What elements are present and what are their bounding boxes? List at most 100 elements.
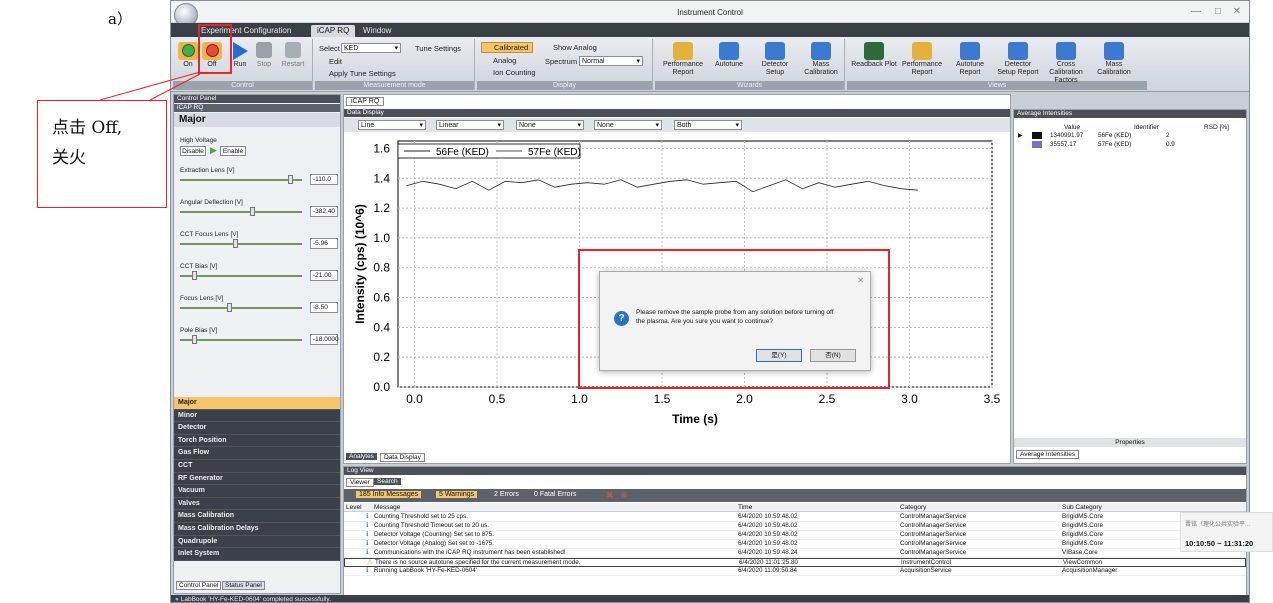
y-tick-label: 0.8	[373, 261, 390, 275]
slider-knob[interactable]	[232, 239, 238, 248]
enable-button[interactable]: Enable	[220, 146, 246, 156]
tune-settings-button[interactable]: Tune Settings	[415, 44, 461, 53]
stop-icon[interactable]: ⊗	[620, 490, 628, 501]
clear-icon[interactable]: ✖	[606, 490, 614, 501]
analytes-tab[interactable]: Analytes	[346, 453, 377, 460]
param-slider[interactable]	[180, 271, 302, 280]
wizard-mass-calibration-button[interactable]: Mass Calibration	[799, 42, 843, 77]
measurement-mode-select[interactable]: KED ▾	[341, 43, 401, 53]
view-cross-calibration-factors-button[interactable]: Cross Calibration Factors	[1043, 42, 1089, 85]
run-button[interactable]: Run	[229, 42, 251, 69]
log-row[interactable]: ℹ Counting Threshold Timeout set to 20 us…	[344, 522, 1246, 531]
warnings-filter[interactable]: 5 Warnings	[436, 491, 478, 498]
slider-knob[interactable]	[250, 207, 256, 216]
category-torch-position[interactable]: Torch Position	[174, 434, 340, 448]
param-slider[interactable]	[180, 335, 302, 344]
category-mass-calibration-delays[interactable]: Mass Calibration Delays	[174, 522, 340, 536]
slider-knob[interactable]	[191, 335, 197, 344]
search-tab[interactable]: Search	[374, 478, 401, 485]
status-text: LabBook 'HY-Fe-KED-0604' completed succe…	[180, 596, 331, 603]
wizard-autotune-button[interactable]: Autotune	[707, 42, 751, 69]
chart-option-select[interactable]: Both ▾	[674, 120, 742, 130]
param-slider[interactable]	[180, 239, 302, 248]
side-overlay-text: 晋铭（理化公共实验平...	[1185, 522, 1251, 528]
chart-option-select[interactable]: None ▾	[516, 120, 584, 130]
category-inlet-system[interactable]: Inlet System	[174, 548, 340, 561]
control-group: On Off Run Stop Restart Control	[173, 39, 313, 90]
tab-icap-rq[interactable]: iCAP RQ	[311, 25, 356, 37]
chart-option-select[interactable]: Linear ▾	[436, 120, 504, 130]
tab-window[interactable]: Window	[357, 25, 397, 37]
apply-tune-settings-button[interactable]: Apply Tune Settings	[329, 69, 396, 78]
show-analog-toggle[interactable]: Show Analog	[553, 43, 597, 52]
view-readback-plot-button[interactable]: Readback Plot	[851, 42, 897, 69]
disable-button[interactable]: Disable	[180, 146, 206, 156]
log-row[interactable]: ⚠ There is no source autotune specified f…	[344, 558, 1246, 567]
chart-option-value: None	[597, 122, 614, 129]
log-row[interactable]: ℹ Communications with the iCAP RQ instrum…	[344, 549, 1246, 558]
category-rf-generator[interactable]: RF Generator	[174, 472, 340, 486]
param-value-field[interactable]: -382.40	[310, 206, 338, 217]
spectrum-select[interactable]: Normal ▾	[579, 56, 643, 66]
param-slider[interactable]	[180, 303, 302, 312]
view-mass-calibration-button[interactable]: Mass Calibration	[1091, 42, 1137, 77]
param-label: Focus Lens [V]	[180, 295, 224, 302]
view-performance-report-button[interactable]: Performance Report	[899, 42, 945, 77]
log-row[interactable]: ℹ Counting Threshold set to 25 cps. 6/4/20…	[344, 513, 1246, 522]
view-detector-setup-report-button[interactable]: Detector Setup Report	[995, 42, 1041, 77]
param-value-field[interactable]: -110.0	[310, 174, 338, 185]
category-cct[interactable]: CCT	[174, 459, 340, 473]
param-value-field[interactable]: -21.00	[310, 270, 338, 281]
ion-counting-toggle[interactable]: Ion Counting	[493, 68, 536, 77]
log-row[interactable]: ℹ Detector Voltage (Counting) Set set to …	[344, 531, 1246, 540]
viewer-tab[interactable]: Viewer	[346, 478, 374, 487]
y-tick-label: 1.2	[373, 201, 390, 215]
control-panel-tab[interactable]: Control Panel	[176, 581, 222, 590]
param-slider[interactable]	[180, 175, 302, 184]
restart-button[interactable]: Restart	[277, 42, 309, 69]
view-autotune-report-button[interactable]: Autotune Report	[947, 42, 993, 77]
maximize-icon[interactable]: □	[1215, 6, 1221, 17]
view-label: Performance Report	[901, 61, 943, 76]
minimize-icon[interactable]: —	[1191, 6, 1201, 17]
slider-knob[interactable]	[226, 303, 232, 312]
on-button[interactable]: On	[177, 42, 199, 69]
chart-option-select[interactable]: None ▾	[594, 120, 662, 130]
average-intensities-tab[interactable]: Average Intensities	[1016, 450, 1080, 459]
errors-filter[interactable]: 2 Errors	[494, 491, 519, 498]
param-value-field[interactable]: -5.96	[310, 238, 338, 249]
close-icon[interactable]: ✕	[1233, 6, 1241, 17]
category-mass-calibration[interactable]: Mass Calibration	[174, 510, 340, 523]
category-detector[interactable]: Detector	[174, 422, 340, 435]
icap-rq-doc-tab[interactable]: iCAP RQ	[346, 97, 385, 106]
category-minor[interactable]: Minor	[174, 409, 340, 423]
category-gas-flow[interactable]: Gas Flow	[174, 447, 340, 460]
param-slider[interactable]	[180, 207, 302, 216]
log-row[interactable]: ℹ Running LabBook 'HY-Fe-KED-0604' 6/4/202…	[344, 567, 1246, 576]
analog-toggle[interactable]: Analog	[493, 56, 516, 65]
slider-knob[interactable]	[287, 175, 293, 184]
calibrated-toggle[interactable]: Calibrated	[481, 42, 534, 53]
wizard-performance-report-button[interactable]: Performance Report	[661, 42, 705, 77]
info-filter[interactable]: 185 Info Messages	[356, 491, 422, 498]
category-valves[interactable]: Valves	[174, 497, 340, 511]
status-panel-tab[interactable]: Status Panel	[222, 581, 265, 590]
log-col-header: Time	[738, 504, 753, 511]
log-row[interactable]: ℹ Detector Voltage (Analog) Set set to -1…	[344, 540, 1246, 549]
slider-knob[interactable]	[191, 271, 197, 280]
chart-toolbar: Line ▾ Linear ▾ None ▾ None ▾ Both ▾	[344, 118, 1010, 132]
fatal-errors-filter[interactable]: 0 Fatal Errors	[534, 491, 576, 498]
display-group: Calibrated Analog Ion Counting Show Anal…	[477, 39, 653, 90]
chart-option-select[interactable]: Line ▾	[358, 120, 426, 130]
category-vacuum[interactable]: Vacuum	[174, 485, 340, 498]
stop-button[interactable]: Stop	[253, 42, 275, 69]
param-value-field[interactable]: -18.0000	[310, 334, 339, 345]
wizard-detector-setup-button[interactable]: Detector Setup	[753, 42, 797, 77]
wizards-group-title: Wizards	[655, 81, 844, 90]
wizard-label: Detector Setup	[761, 61, 789, 76]
data-display-tab[interactable]: Data Display	[380, 453, 425, 462]
param-value-field[interactable]: -8.50	[310, 302, 338, 313]
category-major[interactable]: Major	[174, 397, 340, 410]
category-quadrupole[interactable]: Quadrupole	[174, 535, 340, 549]
edit-button[interactable]: Edit	[329, 57, 342, 66]
